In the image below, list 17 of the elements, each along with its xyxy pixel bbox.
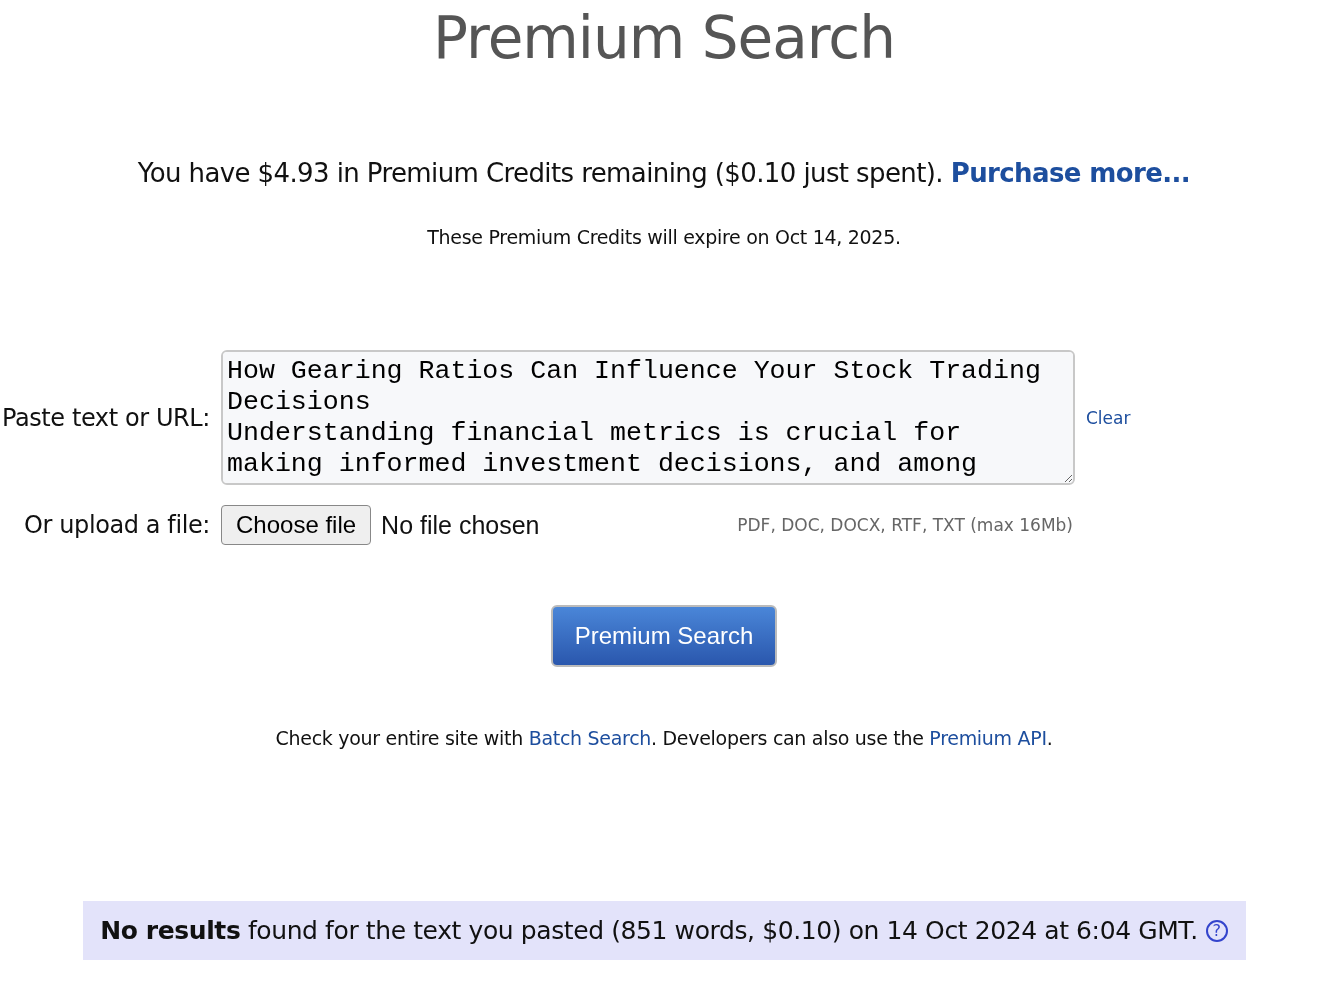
help-icon[interactable]: ? bbox=[1205, 919, 1228, 942]
premium-search-button[interactable]: Premium Search bbox=[550, 605, 778, 667]
page-title: Premium Search bbox=[433, 4, 895, 72]
credits-message: You have $4.93 in Premium Credits remaining ($0.10 just spent). Purchase more... bbox=[137, 158, 1191, 188]
file-status: No file chosen bbox=[381, 510, 540, 540]
file-types-hint: PDF, DOC, DOCX, RTF, TXT (max 16Mb) bbox=[737, 515, 1073, 535]
clear-link[interactable]: Clear bbox=[1086, 407, 1328, 428]
purchase-link[interactable]: Purchase more... bbox=[950, 158, 1191, 188]
expiry-note: These Premium Credits will expire on Oct 14, 2025. bbox=[427, 226, 901, 248]
api-note: Check your entire site with Batch Search. Developers can also use the Premium API. bbox=[275, 727, 1053, 749]
choose-file-button[interactable]: Choose file bbox=[221, 505, 372, 545]
note-link[interactable]: Batch Search bbox=[528, 727, 652, 749]
upload-label: Or upload a file: bbox=[24, 511, 210, 539]
result-message: No results found for the text you pasted (851 words, $0.10) on 14 Oct 2024 at 6:04 GMT. bbox=[100, 916, 1198, 945]
paste-label: Paste text or URL: bbox=[1, 403, 210, 432]
note-link[interactable]: Premium API bbox=[929, 727, 1047, 749]
text-input-field[interactable]: How Gearing Ratios Can Influence Your Stock Trading Decisions Understanding financial metrics is crucial for making informed investment decisions, and among bbox=[221, 350, 1075, 485]
